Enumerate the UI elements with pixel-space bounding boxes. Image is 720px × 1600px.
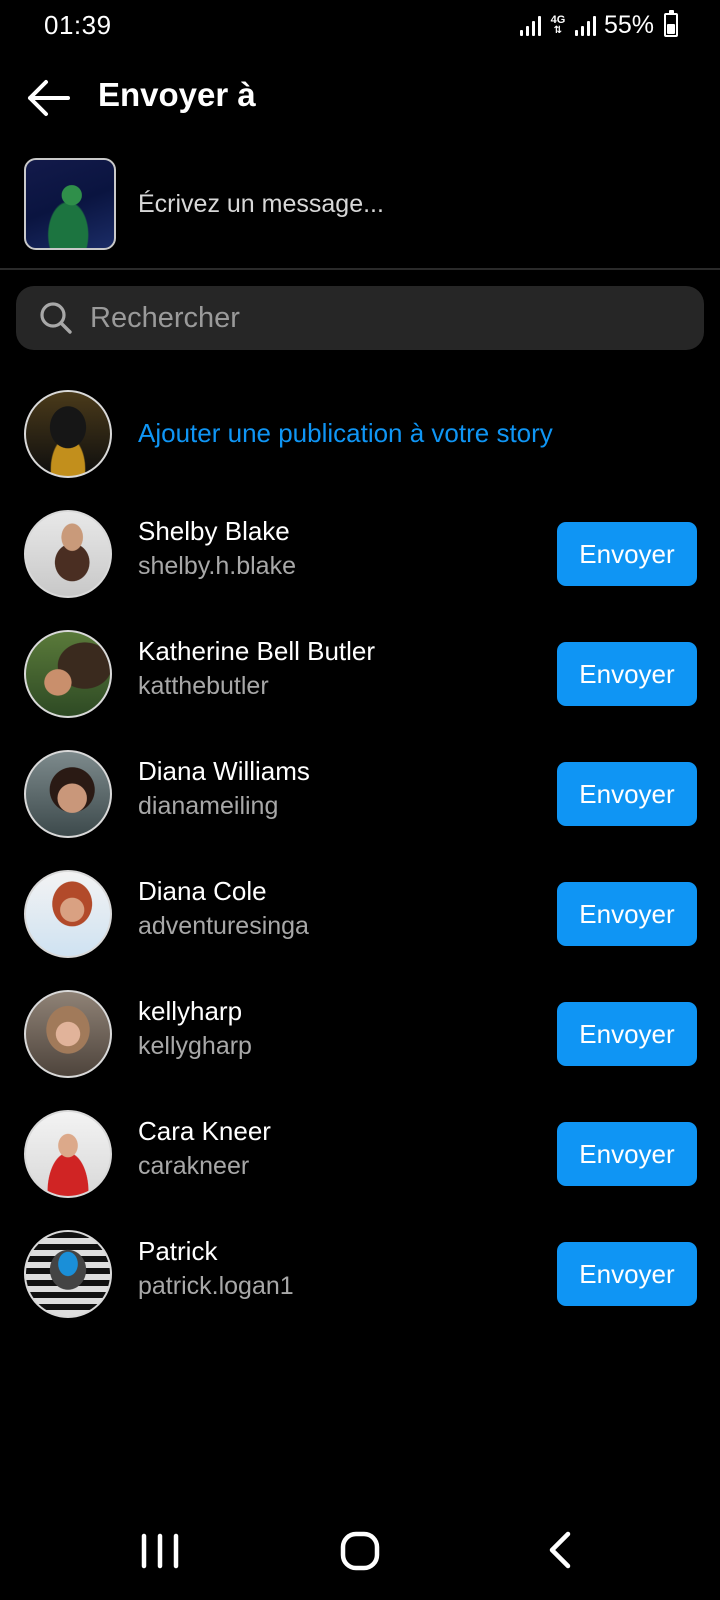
status-bar: 01:39 4G ⇅ 55% — [0, 0, 720, 50]
signal-strength-icon — [519, 14, 541, 36]
contact-name: Patrick — [138, 1236, 218, 1266]
network-type-icon: 4G ⇅ — [550, 13, 566, 36]
compose-row — [0, 158, 720, 250]
send-button[interactable]: Envoyer — [557, 882, 697, 946]
status-time: 01:39 — [44, 10, 112, 40]
contact-name: Cara Kneer — [138, 1116, 271, 1146]
avatar — [24, 1110, 112, 1198]
avatar — [24, 990, 112, 1078]
avatar — [24, 870, 112, 958]
send-button[interactable]: Envoyer — [557, 762, 697, 826]
contact-row[interactable]: kellyharp kellygharp Envoyer — [0, 988, 720, 1080]
battery-level-fill — [667, 24, 675, 34]
avatar — [24, 750, 112, 838]
contact-row[interactable]: Cara Kneer carakneer Envoyer — [0, 1108, 720, 1200]
contact-username: carakneer — [138, 1152, 250, 1180]
add-to-story-label: Ajouter une publication à votre story — [138, 418, 553, 448]
system-nav-bar — [0, 1512, 720, 1592]
contact-username: kellygharp — [138, 1032, 252, 1060]
contact-username: katthebutler — [138, 672, 269, 700]
avatar — [24, 1230, 112, 1318]
header: Envoyer à — [0, 62, 720, 132]
search-input[interactable] — [90, 298, 680, 338]
contact-row[interactable]: Katherine Bell Butler katthebutler Envoy… — [0, 628, 720, 720]
recent-apps-icon[interactable] — [120, 1512, 200, 1592]
contact-name: Shelby Blake — [138, 516, 290, 546]
arrow-left-icon[interactable] — [24, 76, 72, 120]
contact-row[interactable]: Diana Cole adventuresinga Envoyer — [0, 868, 720, 960]
contact-username: patrick.logan1 — [138, 1272, 294, 1300]
contact-row[interactable]: Patrick patrick.logan1 Envoyer — [0, 1228, 720, 1320]
post-thumbnail — [24, 158, 116, 250]
send-button[interactable]: Envoyer — [557, 1122, 697, 1186]
signal-strength-icon-2 — [574, 14, 596, 36]
send-button[interactable]: Envoyer — [557, 522, 697, 586]
home-icon[interactable] — [320, 1512, 400, 1592]
send-button[interactable]: Envoyer — [557, 1002, 697, 1066]
contact-username: dianameiling — [138, 792, 279, 820]
search-icon — [40, 302, 72, 334]
search-bar[interactable] — [16, 286, 704, 350]
message-input[interactable] — [138, 184, 698, 224]
story-avatar — [24, 390, 112, 478]
contact-username: adventuresinga — [138, 912, 309, 940]
network-type-label: 4G — [550, 13, 566, 26]
avatar — [24, 630, 112, 718]
contact-row[interactable]: Shelby Blake shelby.h.blake Envoyer — [0, 508, 720, 600]
battery-percent: 55% — [603, 10, 654, 39]
status-icons: 4G ⇅ 55% — [519, 10, 678, 40]
add-to-story-row[interactable]: Ajouter une publication à votre story — [0, 388, 720, 480]
contact-name: Diana Williams — [138, 756, 310, 786]
contact-name: Katherine Bell Butler — [138, 636, 376, 666]
contact-name: kellyharp — [138, 996, 243, 1026]
send-button[interactable]: Envoyer — [557, 1242, 697, 1306]
contact-username: shelby.h.blake — [138, 552, 296, 580]
divider — [0, 268, 720, 270]
avatar — [24, 510, 112, 598]
contact-name: Diana Cole — [138, 876, 267, 906]
contact-row[interactable]: Diana Williams dianameiling Envoyer — [0, 748, 720, 840]
battery-icon — [664, 10, 678, 37]
back-icon[interactable] — [520, 1512, 600, 1592]
send-button[interactable]: Envoyer — [557, 642, 697, 706]
page-title: Envoyer à — [98, 76, 256, 113]
